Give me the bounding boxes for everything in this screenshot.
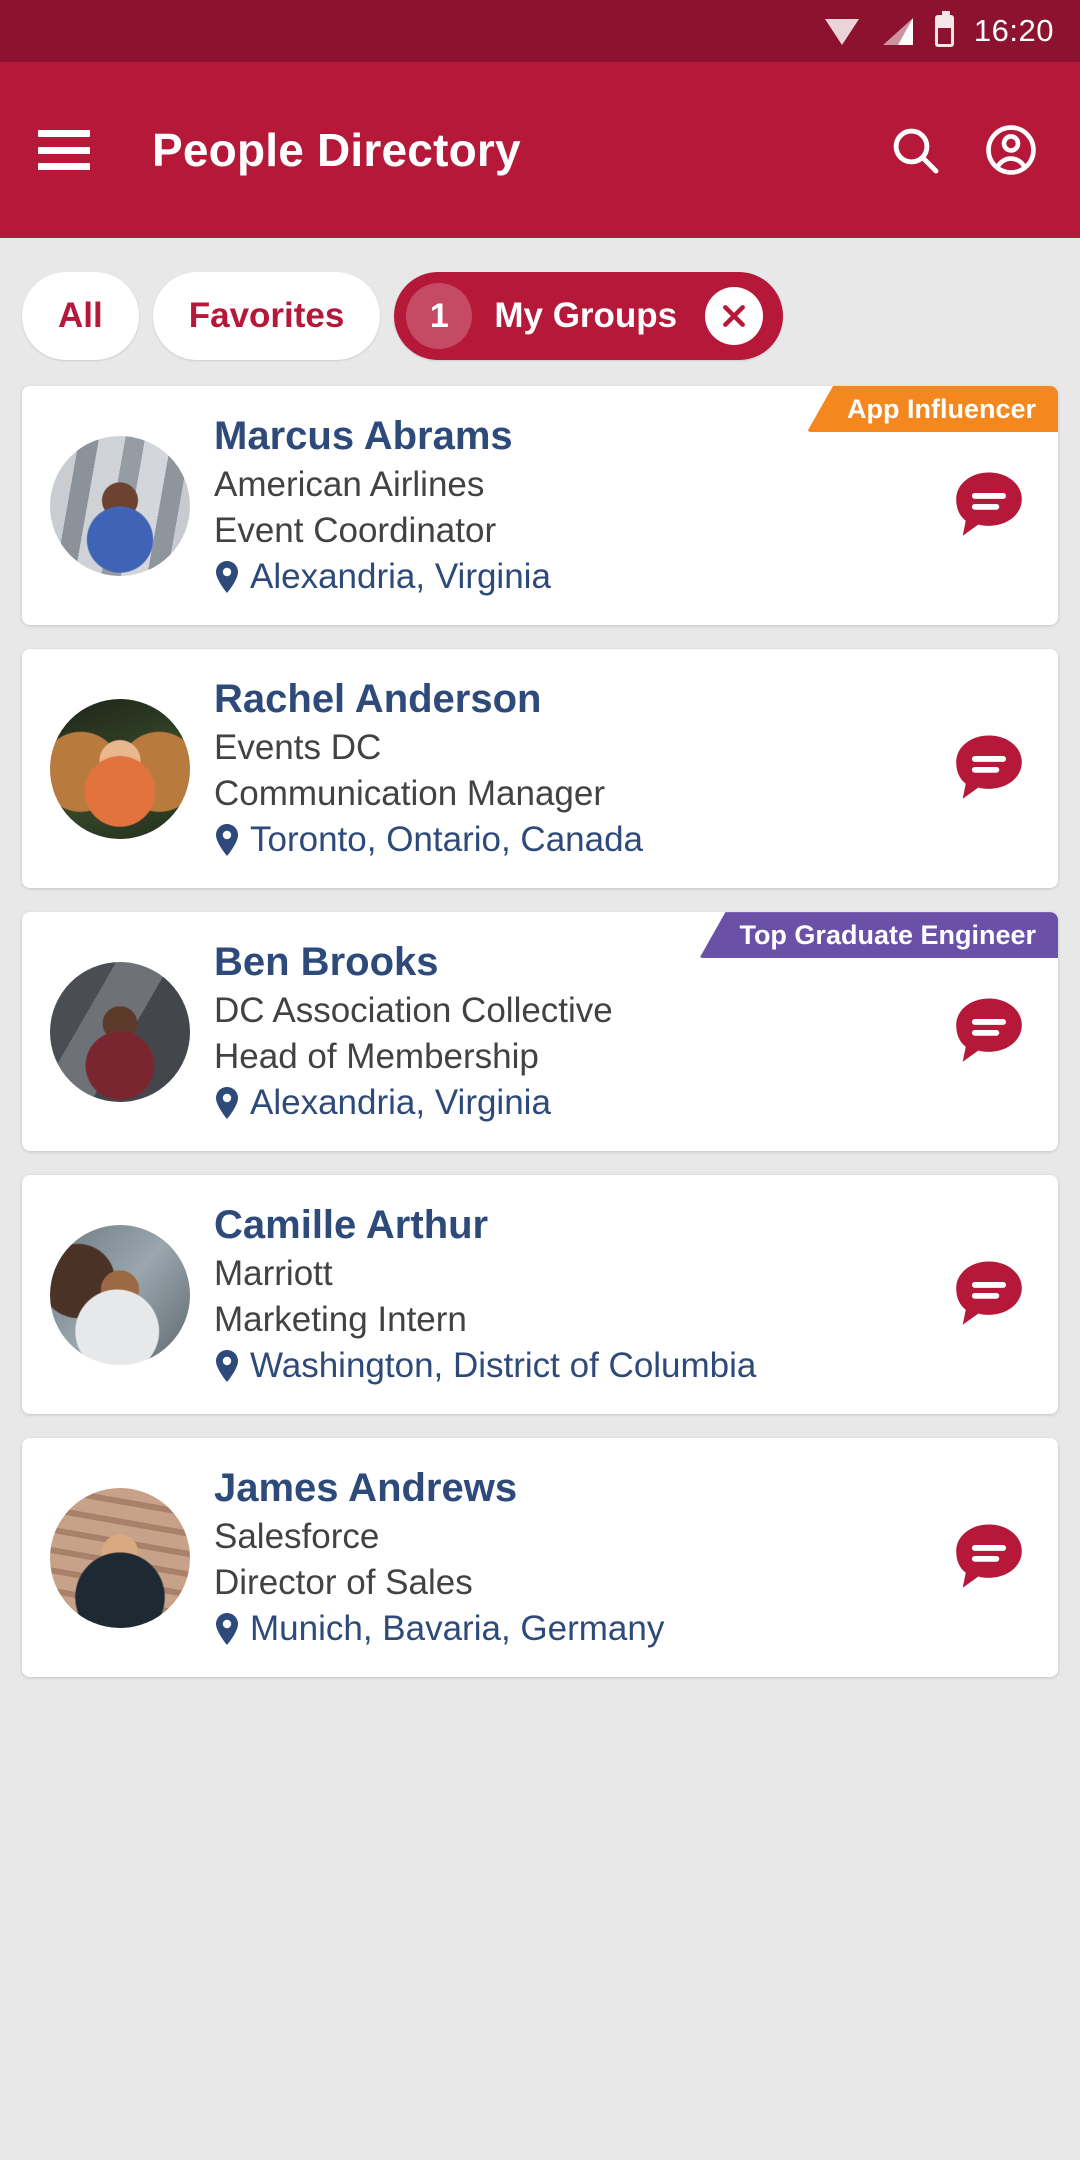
list-item[interactable]: App Influencer Marcus Abrams American Ai… xyxy=(22,386,1058,626)
people-directory-list: App Influencer Marcus Abrams American Ai… xyxy=(0,386,1080,1678)
person-company: Salesforce xyxy=(214,1517,380,1557)
person-company: Events DC xyxy=(214,727,382,767)
location-pin-icon xyxy=(216,1087,238,1120)
location-pin-icon xyxy=(216,561,238,594)
wifi-icon xyxy=(824,17,859,45)
avatar xyxy=(50,435,190,576)
person-title: Head of Membership xyxy=(214,1037,539,1077)
account-icon[interactable] xyxy=(980,119,1042,181)
app-bar: People Directory xyxy=(0,62,1080,238)
person-title: Marketing Intern xyxy=(214,1300,467,1340)
person-company: Marriott xyxy=(214,1254,333,1294)
avatar xyxy=(50,1487,190,1628)
person-location-label: Washington, District of Columbia xyxy=(250,1346,757,1386)
status-icon-group xyxy=(824,11,954,47)
person-location: Munich, Bavaria, Germany xyxy=(214,1607,930,1651)
filter-chip-my-groups-count: 1 xyxy=(406,283,473,349)
close-icon[interactable] xyxy=(705,287,764,345)
location-pin-icon xyxy=(216,1613,238,1646)
filter-chip-all-label: All xyxy=(58,296,103,335)
status-bar: 16:20 xyxy=(0,0,1080,62)
person-location-label: Munich, Bavaria, Germany xyxy=(250,1609,665,1649)
person-location: Alexandria, Virginia xyxy=(214,1081,930,1125)
message-icon[interactable] xyxy=(946,726,1032,812)
person-info: James Andrews Salesforce Director of Sal… xyxy=(214,1464,930,1651)
person-location-label: Alexandria, Virginia xyxy=(250,1083,551,1123)
person-location: Alexandria, Virginia xyxy=(214,555,930,599)
person-location: Toronto, Ontario, Canada xyxy=(214,818,930,862)
message-icon[interactable] xyxy=(946,989,1032,1075)
search-icon[interactable] xyxy=(884,119,946,181)
hamburger-menu-icon[interactable] xyxy=(38,130,90,170)
avatar xyxy=(50,1224,190,1365)
status-bar-clock: 16:20 xyxy=(973,13,1054,48)
person-name[interactable]: Camille Arthur xyxy=(214,1201,930,1250)
avatar xyxy=(50,698,190,839)
page-title: People Directory xyxy=(152,124,521,176)
status-badge: App Influencer xyxy=(806,386,1058,432)
filter-chip-row: All Favorites 1 My Groups xyxy=(0,238,1080,386)
list-item[interactable]: James Andrews Salesforce Director of Sal… xyxy=(22,1438,1058,1678)
list-item[interactable]: Camille Arthur Marriott Marketing Intern… xyxy=(22,1175,1058,1415)
filter-chip-my-groups-label: My Groups xyxy=(494,296,678,335)
location-pin-icon xyxy=(216,824,238,857)
person-name[interactable]: Rachel Anderson xyxy=(214,675,930,724)
battery-icon xyxy=(934,11,954,47)
person-info: Marcus Abrams American Airlines Event Co… xyxy=(214,412,930,599)
filter-chip-my-groups[interactable]: 1 My Groups xyxy=(394,272,784,360)
list-item[interactable]: Rachel Anderson Events DC Communication … xyxy=(22,649,1058,889)
avatar xyxy=(50,961,190,1102)
message-icon[interactable] xyxy=(946,1515,1032,1601)
person-title: Director of Sales xyxy=(214,1563,473,1603)
filter-chip-all[interactable]: All xyxy=(22,272,139,360)
person-company: American Airlines xyxy=(214,464,485,504)
filter-chip-favorites[interactable]: Favorites xyxy=(152,272,381,360)
person-location: Washington, District of Columbia xyxy=(214,1344,930,1388)
status-badge: Top Graduate Engineer xyxy=(699,912,1058,959)
person-location-label: Alexandria, Virginia xyxy=(250,556,551,596)
person-location-label: Toronto, Ontario, Canada xyxy=(250,820,644,860)
message-icon[interactable] xyxy=(946,1252,1032,1338)
person-company: DC Association Collective xyxy=(214,990,613,1030)
message-icon[interactable] xyxy=(946,463,1032,549)
person-info: Camille Arthur Marriott Marketing Intern… xyxy=(214,1201,930,1388)
filter-chip-favorites-label: Favorites xyxy=(188,296,345,335)
signal-icon xyxy=(881,17,913,45)
person-info: Ben Brooks DC Association Collective Hea… xyxy=(214,938,930,1125)
person-title: Event Coordinator xyxy=(214,510,497,550)
list-item[interactable]: Top Graduate Engineer Ben Brooks DC Asso… xyxy=(22,912,1058,1152)
person-info: Rachel Anderson Events DC Communication … xyxy=(214,675,930,862)
location-pin-icon xyxy=(216,1350,238,1383)
person-title: Communication Manager xyxy=(214,773,606,813)
person-name[interactable]: James Andrews xyxy=(214,1464,930,1513)
